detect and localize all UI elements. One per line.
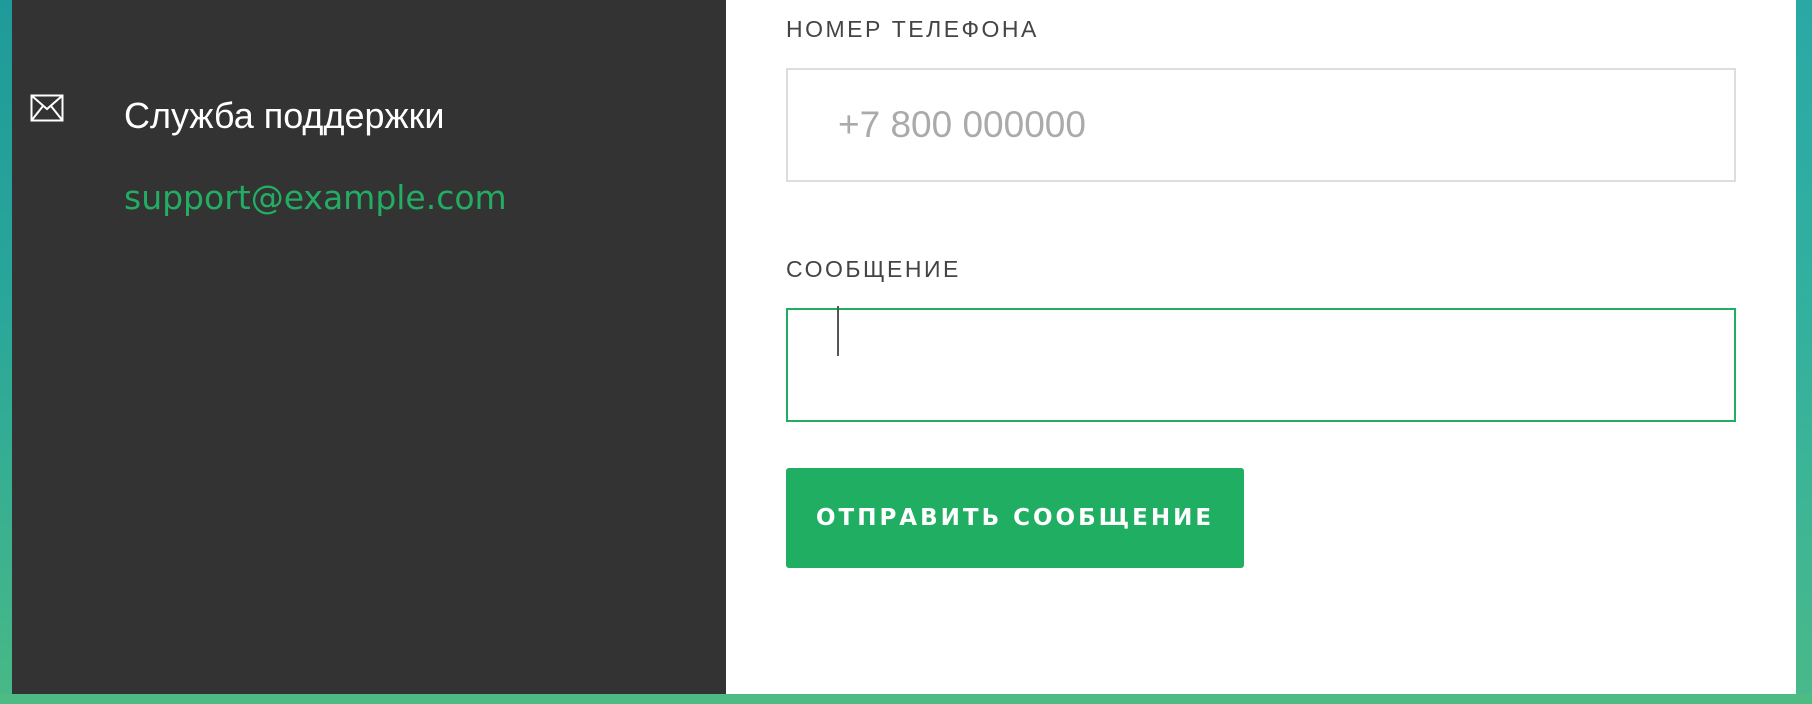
support-email-link[interactable]: support@example.com — [124, 178, 507, 218]
phone-input[interactable] — [786, 68, 1736, 182]
background-bottom-strip — [0, 694, 1812, 704]
support-title: Служба поддержки — [124, 95, 445, 136]
message-textarea[interactable] — [786, 308, 1736, 422]
envelope-icon — [30, 94, 64, 122]
support-icon-wrapper — [30, 94, 64, 122]
text-caret — [837, 306, 839, 356]
message-label: СООБЩЕНИЕ — [786, 256, 961, 282]
phone-label: НОМЕР ТЕЛЕФОНА — [786, 16, 1039, 42]
background-left-edge — [0, 0, 12, 704]
send-message-button[interactable]: ОТПРАВИТЬ СООБЩЕНИЕ — [786, 468, 1244, 568]
background-right-edge — [1796, 0, 1812, 704]
